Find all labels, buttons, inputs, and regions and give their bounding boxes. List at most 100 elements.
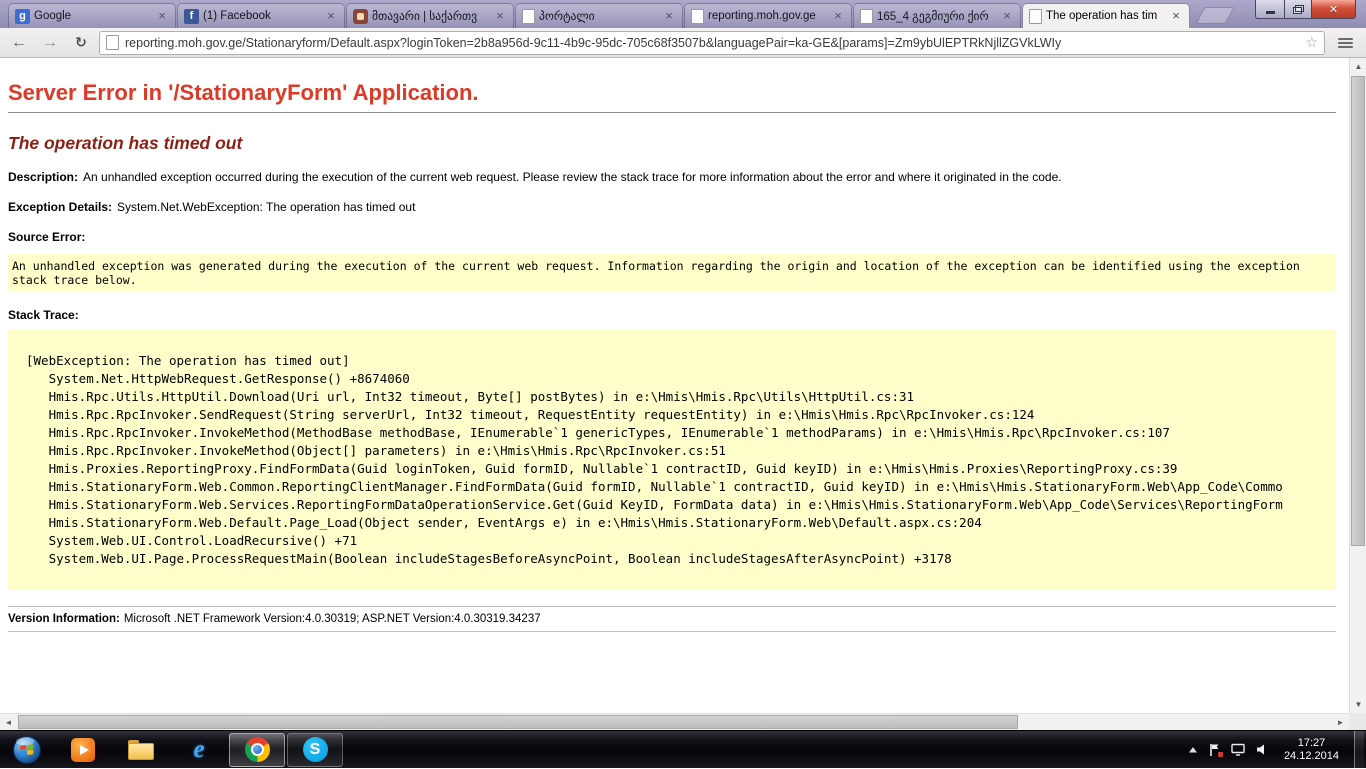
tab-portali[interactable]: პორტალი × — [515, 3, 683, 28]
tab-close-icon[interactable]: × — [155, 9, 169, 23]
page-viewport: Server Error in '/StationaryForm' Applic… — [0, 58, 1366, 713]
exception-details-text: System.Net.WebException: The operation h… — [117, 200, 415, 214]
url-text: reporting.moh.gov.ge/Stationaryform/Defa… — [125, 36, 1299, 50]
scroll-left-arrow[interactable]: ◄ — [0, 714, 17, 731]
vertical-scroll-thumb[interactable] — [1351, 76, 1365, 546]
start-button[interactable] — [0, 731, 54, 769]
back-button[interactable]: ← — [6, 31, 32, 55]
tab-close-icon[interactable]: × — [831, 9, 845, 23]
bookmark-star-icon[interactable]: ☆ — [1305, 34, 1318, 51]
tab-close-icon[interactable]: × — [662, 9, 676, 23]
internet-explorer-icon — [193, 737, 204, 762]
chevron-up-icon — [1188, 746, 1198, 754]
windows-logo-icon — [12, 735, 42, 765]
address-bar[interactable]: reporting.moh.gov.ge/Stationaryform/Defa… — [99, 31, 1325, 55]
taskbar-explorer-button[interactable] — [113, 733, 169, 767]
page-favicon — [691, 9, 704, 24]
tab-title: reporting.moh.gov.ge — [708, 10, 827, 22]
taskbar-internet-explorer-button[interactable] — [171, 733, 227, 767]
speaker-icon — [1255, 743, 1269, 756]
minimize-icon — [1266, 11, 1275, 14]
network-icon — [1231, 743, 1245, 756]
tab-google[interactable]: Google × — [8, 3, 176, 28]
tab-form-165[interactable]: 165_4 გეგმიური ქირ × — [853, 3, 1021, 28]
stack-trace: [WebException: The operation has timed o… — [8, 330, 1336, 590]
tab-mtavari[interactable]: მთავარი | საქართვ × — [346, 3, 514, 28]
windows-taskbar: 17:27 24.12.2014 — [0, 730, 1366, 768]
exception-details-label: Exception Details: — [8, 200, 112, 214]
refresh-button[interactable]: ↻ — [68, 31, 94, 55]
tab-close-icon[interactable]: × — [493, 9, 507, 23]
chrome-icon — [245, 737, 270, 762]
taskbar-clock[interactable]: 17:27 24.12.2014 — [1279, 737, 1344, 763]
vertical-scrollbar[interactable]: ▲ ▼ — [1349, 58, 1366, 713]
window-minimize-button[interactable] — [1255, 0, 1284, 19]
action-center-button[interactable] — [1208, 743, 1221, 757]
window-close-button[interactable]: ✕ — [1311, 0, 1356, 19]
show-desktop-button[interactable] — [1354, 731, 1364, 769]
back-arrow-icon: ← — [11, 34, 27, 52]
tab-facebook[interactable]: (1) Facebook × — [177, 3, 345, 28]
source-error-label: Source Error: — [8, 230, 85, 244]
divider — [8, 631, 1336, 632]
window-titlebar: Google × (1) Facebook × მთავარი | საქართ… — [0, 0, 1366, 28]
media-player-icon — [71, 738, 95, 762]
window-restore-button[interactable] — [1284, 0, 1311, 19]
aspnet-error-page: Server Error in '/StationaryForm' Applic… — [0, 58, 1366, 632]
scroll-right-arrow[interactable]: ► — [1332, 714, 1349, 731]
tab-title: (1) Facebook — [203, 10, 320, 22]
clock-time: 17:27 — [1298, 737, 1326, 750]
forward-arrow-icon: → — [42, 34, 58, 52]
page-info-icon[interactable] — [106, 35, 119, 50]
scroll-up-arrow[interactable]: ▲ — [1350, 58, 1366, 75]
refresh-icon: ↻ — [75, 34, 87, 51]
version-info-label: Version Information: — [8, 613, 120, 625]
server-error-heading: Server Error in '/StationaryForm' Applic… — [8, 80, 1336, 106]
page-favicon — [522, 9, 535, 24]
tab-reporting[interactable]: reporting.moh.gov.ge × — [684, 3, 852, 28]
flag-icon — [1208, 743, 1221, 757]
taskbar-media-player-button[interactable] — [55, 733, 111, 767]
source-error-text: An unhandled exception was generated dur… — [8, 254, 1336, 292]
tab-close-icon[interactable]: × — [1169, 9, 1183, 23]
clock-date: 24.12.2014 — [1284, 750, 1339, 763]
tab-title: მთავარი | საქართვ — [372, 9, 489, 23]
description-text: An unhandled exception occurred during t… — [83, 170, 1062, 184]
tab-close-icon[interactable]: × — [1000, 9, 1014, 23]
show-hidden-icons-button[interactable] — [1188, 746, 1198, 754]
volume-button[interactable] — [1255, 743, 1269, 756]
page-favicon — [1029, 9, 1042, 24]
horizontal-scrollbar[interactable]: ◄ ► — [0, 713, 1349, 730]
version-info-text: Microsoft .NET Framework Version:4.0.303… — [124, 613, 541, 625]
description-label: Description: — [8, 170, 78, 184]
tab-title: 165_4 გეგმიური ქირ — [877, 9, 996, 23]
tab-close-icon[interactable]: × — [324, 9, 338, 23]
scroll-down-arrow[interactable]: ▼ — [1350, 696, 1366, 713]
chrome-menu-button[interactable] — [1330, 31, 1360, 55]
taskbar-chrome-button[interactable] — [229, 733, 285, 767]
scrollbar-corner — [1349, 713, 1366, 730]
stack-trace-label: Stack Trace: — [8, 308, 79, 322]
close-icon: ✕ — [1329, 3, 1338, 16]
system-tray: 17:27 24.12.2014 — [1188, 731, 1366, 768]
folder-icon — [128, 740, 154, 760]
tab-title: The operation has tim — [1046, 10, 1165, 22]
divider — [8, 606, 1336, 607]
emblem-favicon — [353, 9, 368, 24]
page-favicon — [860, 9, 873, 24]
tab-strip: Google × (1) Facebook × მთავარი | საქართ… — [8, 3, 1230, 28]
tab-title: პორტალი — [539, 9, 658, 23]
restore-icon — [1293, 5, 1303, 14]
taskbar-skype-button[interactable] — [287, 733, 343, 767]
forward-button[interactable]: → — [37, 31, 63, 55]
tab-title: Google — [34, 10, 151, 22]
horizontal-scroll-thumb[interactable] — [18, 715, 1018, 729]
window-controls: ✕ — [1255, 0, 1356, 19]
browser-toolbar: ← → ↻ reporting.moh.gov.ge/Stationaryfor… — [0, 28, 1366, 58]
tab-error-active[interactable]: The operation has tim × — [1022, 3, 1190, 28]
network-status-button[interactable] — [1231, 743, 1245, 756]
new-tab-button[interactable] — [1195, 7, 1234, 24]
skype-icon — [303, 737, 328, 762]
facebook-favicon — [184, 9, 199, 24]
error-subheading: The operation has timed out — [8, 133, 1336, 154]
